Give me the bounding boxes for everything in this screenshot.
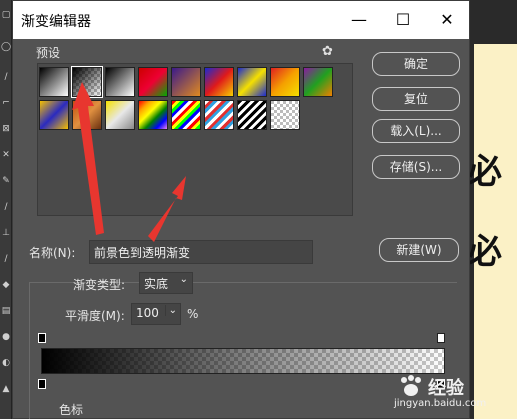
presets-panel [37,63,353,216]
eraser-tool-icon[interactable]: ◆ [1,280,11,290]
eyedropper-tool-icon[interactable]: ✕ [1,150,11,160]
dialog-title: 渐变编辑器 [21,14,91,30]
marquee-tool-icon[interactable]: ▢ [1,10,11,20]
chevron-down-icon: ⌄ [179,274,188,285]
preset-swatch[interactable] [270,67,300,97]
dodge-tool-icon[interactable]: ◐ [1,358,11,368]
preset-swatch[interactable] [237,67,267,97]
color-stop-left[interactable] [38,379,46,389]
history-brush-icon[interactable]: ∕ [1,254,11,264]
watermark: 经验 jingyan.baidu.com [392,372,517,419]
canvas-character: 必 [468,152,502,192]
smoothness-label: 平滑度(M): [65,309,125,323]
preset-swatch[interactable] [39,100,69,130]
tool-strip: ▢ ◯ ∕ ⌐ ⊠ ✕ ✎ ∕ ⊥ ∕ ◆ ▤ ● ◐ ▲ [0,0,12,419]
gradient-type-label: 渐变类型: [73,278,126,292]
watermark-url: jingyan.baidu.com [394,398,487,409]
smoothness-value: 100 [136,306,159,320]
gradient-tool-icon[interactable]: ▤ [1,306,11,316]
pen-tool-icon[interactable]: ∕ [1,202,11,212]
frame-tool-icon[interactable]: ⊠ [1,124,11,134]
preset-swatch[interactable] [39,67,69,97]
maximize-icon[interactable]: ☐ [381,1,425,39]
save-button[interactable]: 存储(S)... [372,155,460,179]
preset-swatch[interactable] [105,100,135,130]
watermark-brand: 经验 [428,378,464,399]
healing-tool-icon[interactable]: ✎ [1,176,11,186]
path-tool-icon[interactable]: ▲ [1,384,11,394]
paw-logo-icon [401,375,421,396]
canvas-character: 必 [468,232,502,272]
crop-tool-icon[interactable]: ⌐ [1,98,11,108]
load-button[interactable]: 载入(L)... [372,119,460,143]
smoothness-unit: % [187,307,199,321]
stamp-tool-icon[interactable]: ⊥ [1,228,11,238]
preset-swatch[interactable] [171,67,201,97]
title-bar[interactable]: 渐变编辑器 — ☐ ✕ [13,1,469,39]
gradient-preview-bar[interactable] [41,348,445,374]
gradient-name-input[interactable]: 前景色到透明渐变 [89,240,313,264]
close-icon[interactable]: ✕ [425,1,469,39]
preset-swatch-selected[interactable] [71,66,103,98]
preset-swatch[interactable] [270,100,300,130]
gradient-type-select[interactable]: 实底 ⌄ [139,272,193,294]
preset-swatch[interactable] [72,100,102,130]
preset-swatch[interactable] [138,67,168,97]
new-button[interactable]: 新建(W) [379,238,459,262]
brush-tool-icon[interactable]: ∕ [1,72,11,82]
name-label: 名称(N): [29,246,76,260]
preset-swatch[interactable] [303,67,333,97]
minimize-icon[interactable]: — [337,1,381,39]
ok-button[interactable]: 确定 [372,52,460,76]
opacity-stop-right[interactable] [437,333,445,343]
smoothness-input[interactable]: 100 ⌄ [131,303,181,325]
opacity-stop-left[interactable] [38,333,46,343]
reset-button[interactable]: 复位 [372,87,460,111]
color-stops-label: 色标 [57,401,86,418]
document-canvas: 必 必 [468,44,517,419]
chevron-down-icon[interactable]: ⌄ [164,305,177,316]
gradient-type-value: 实底 [144,277,169,291]
gear-icon[interactable]: ✿ [322,44,333,59]
preset-swatch[interactable] [105,67,135,97]
preset-swatch[interactable] [138,100,168,130]
preset-swatch[interactable] [171,100,201,130]
lasso-tool-icon[interactable]: ◯ [1,42,11,52]
blur-tool-icon[interactable]: ● [1,332,11,342]
presets-label: 预设 [34,44,63,61]
preset-swatch[interactable] [204,67,234,97]
preset-swatch[interactable] [237,100,267,130]
preset-swatch[interactable] [204,100,234,130]
